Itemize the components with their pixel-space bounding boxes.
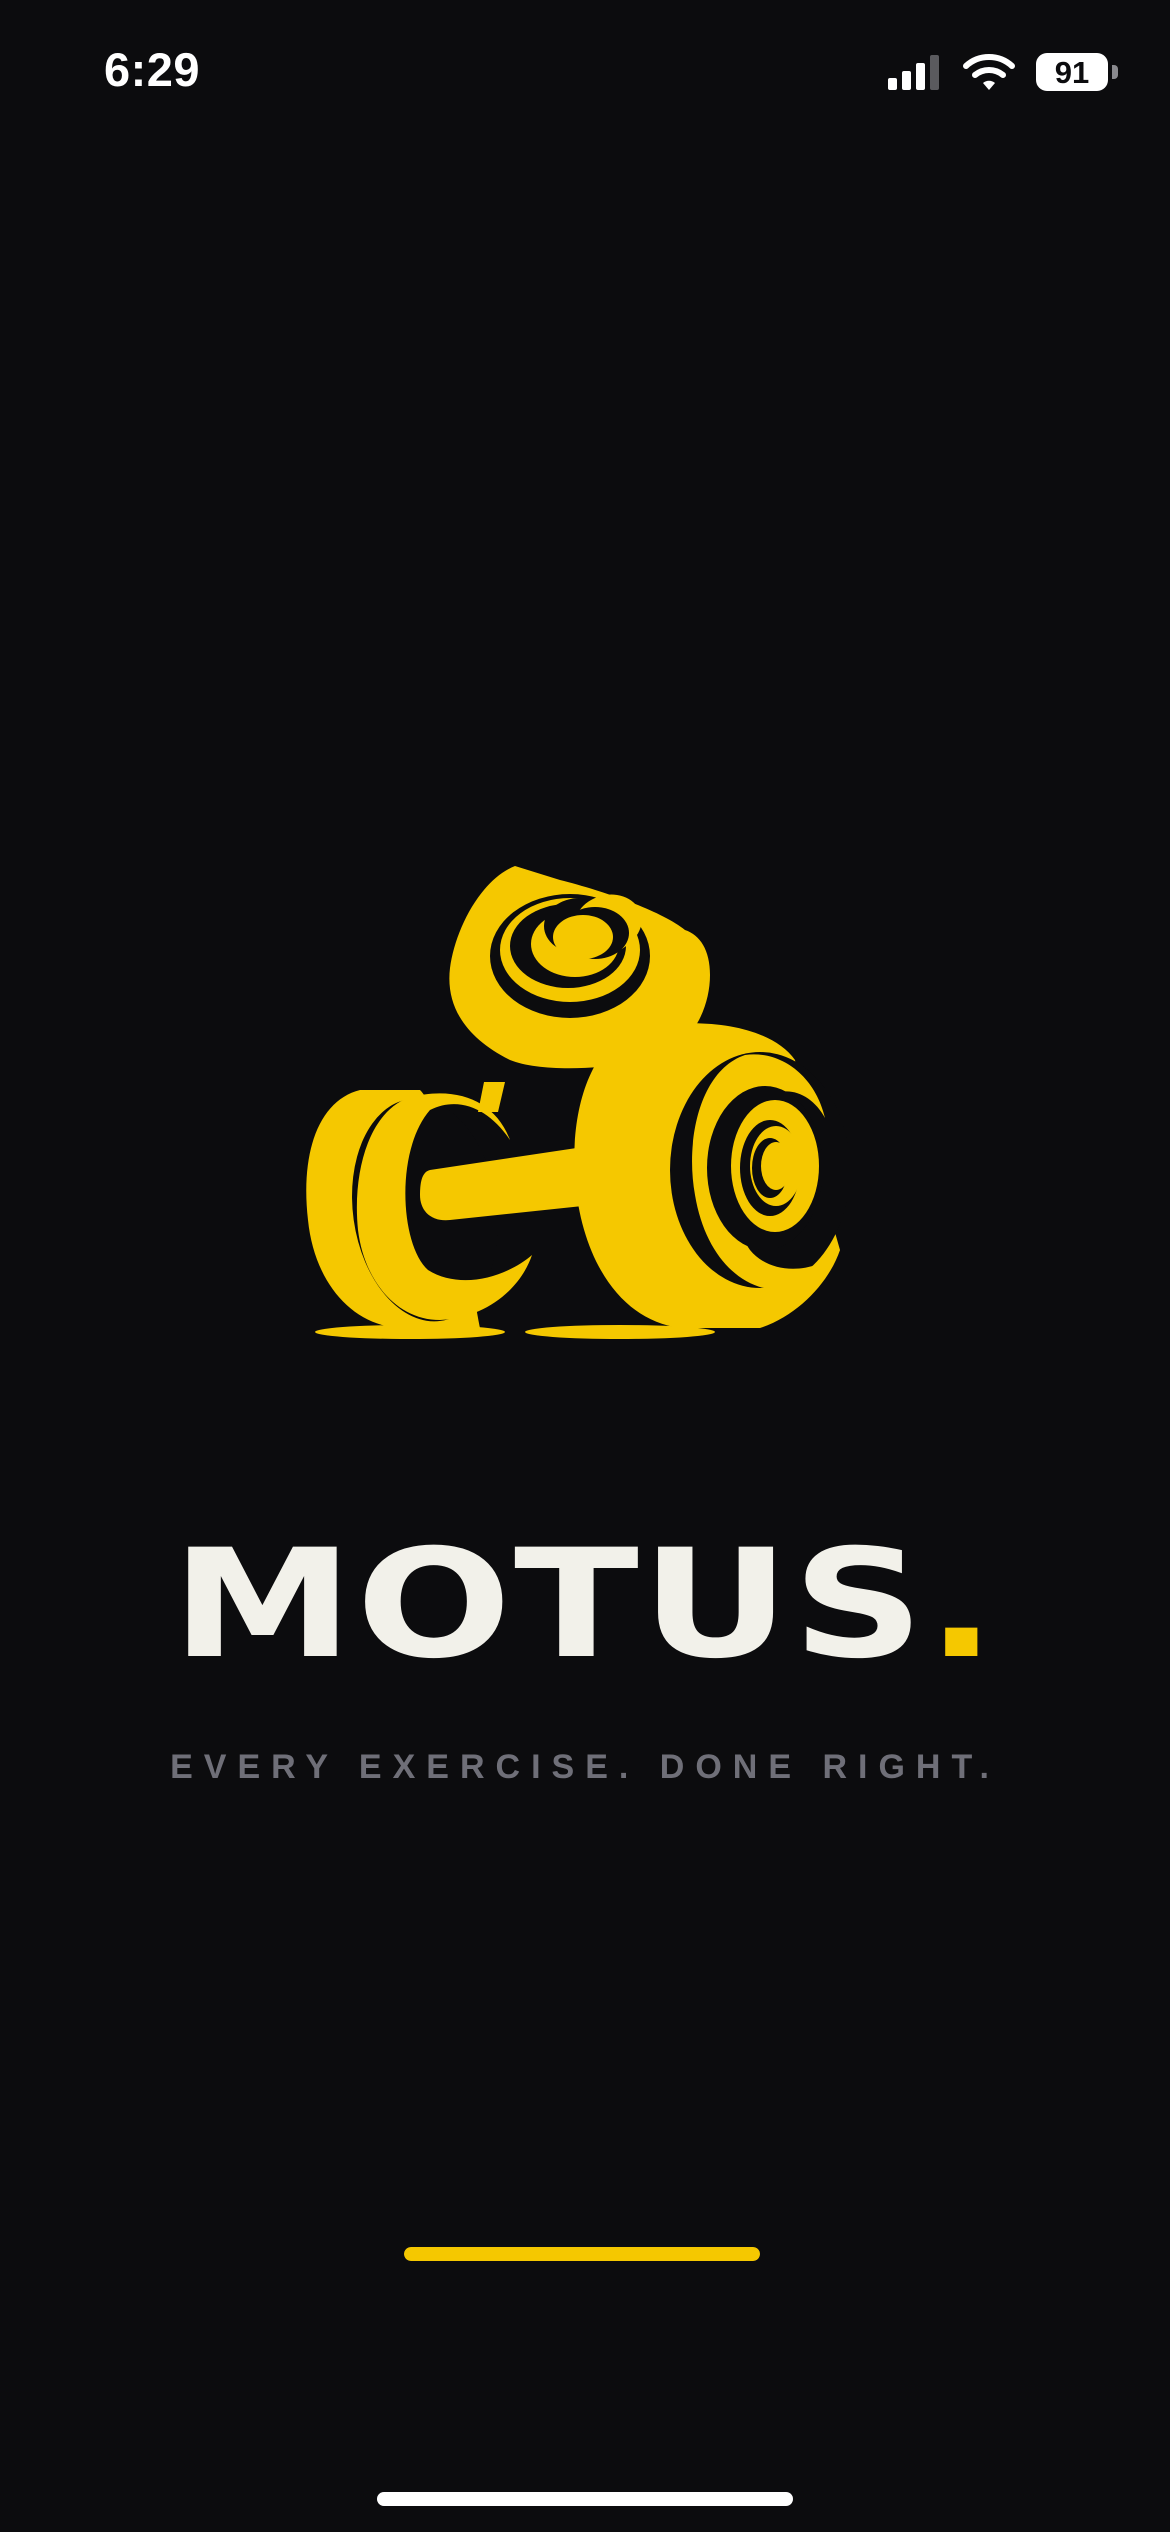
- status-time: 6:29: [104, 43, 201, 96]
- battery-level: 91: [1054, 54, 1090, 90]
- brand-wordmark: MOTUS.: [0, 1530, 1170, 1680]
- status-indicators: 91: [888, 52, 1118, 92]
- cellular-signal-icon: [888, 55, 939, 90]
- tagline: EVERY EXERCISE. DONE RIGHT.: [170, 1748, 1000, 1786]
- home-indicator[interactable]: [377, 2492, 793, 2506]
- status-bar: 6:29 91: [0, 0, 1170, 150]
- loading-bar: [404, 2247, 760, 2261]
- dumbbells-logo-icon: [306, 866, 850, 1339]
- brand-name-text: MOTUS: [171, 1518, 927, 1692]
- wifi-icon: [963, 54, 1015, 90]
- brand-name: MOTUS.: [171, 1530, 998, 1680]
- loading-bar-fill: [404, 2247, 760, 2261]
- brand-dot: .: [926, 1518, 999, 1692]
- battery-indicator: 91: [1036, 53, 1108, 91]
- battery-cap: [1112, 65, 1118, 79]
